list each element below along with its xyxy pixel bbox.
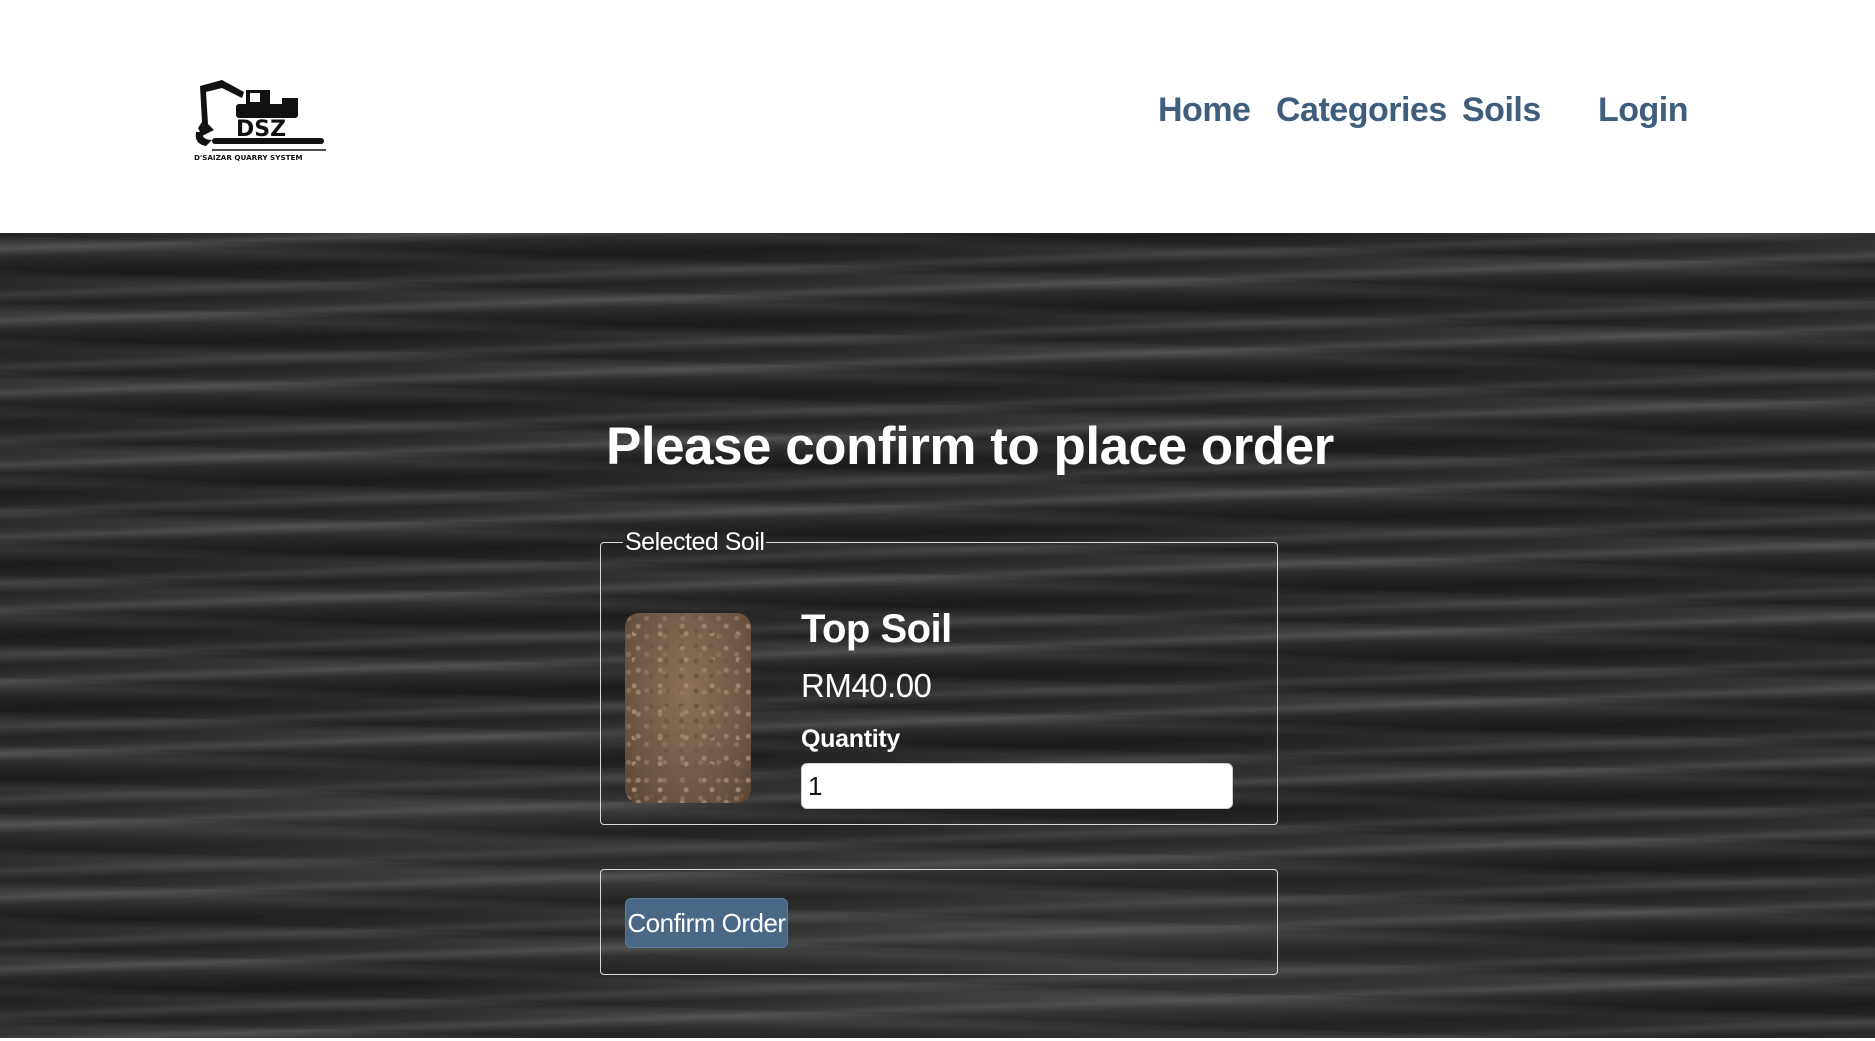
soil-image bbox=[625, 613, 751, 803]
page-title: Please confirm to place order bbox=[606, 417, 1334, 476]
soil-name: Top Soil bbox=[801, 607, 952, 651]
soil-price: RM40.00 bbox=[801, 667, 932, 704]
confirm-order-button[interactable]: Confirm Order bbox=[625, 898, 788, 948]
selected-soil-fieldset: Selected Soil Top Soil RM40.00 Quantity bbox=[600, 528, 1278, 825]
nav-login-link[interactable]: Login bbox=[1598, 88, 1689, 132]
confirm-order-section: Confirm Order bbox=[600, 869, 1278, 975]
main-nav: Home Categories Soils Login bbox=[0, 88, 1875, 132]
quantity-label: Quantity bbox=[801, 725, 900, 753]
selected-soil-legend: Selected Soil bbox=[625, 528, 765, 556]
site-header: DSZ D'SAIZAR QUARRY SYSTEM Home Categori… bbox=[0, 0, 1875, 233]
logo-subtitle: D'SAIZAR QUARRY SYSTEM bbox=[194, 153, 303, 162]
nav-categories-link[interactable]: Categories bbox=[1276, 88, 1447, 132]
quantity-input[interactable] bbox=[801, 763, 1233, 809]
nav-home-link[interactable]: Home bbox=[1158, 88, 1251, 132]
nav-soils-link[interactable]: Soils bbox=[1462, 88, 1541, 132]
